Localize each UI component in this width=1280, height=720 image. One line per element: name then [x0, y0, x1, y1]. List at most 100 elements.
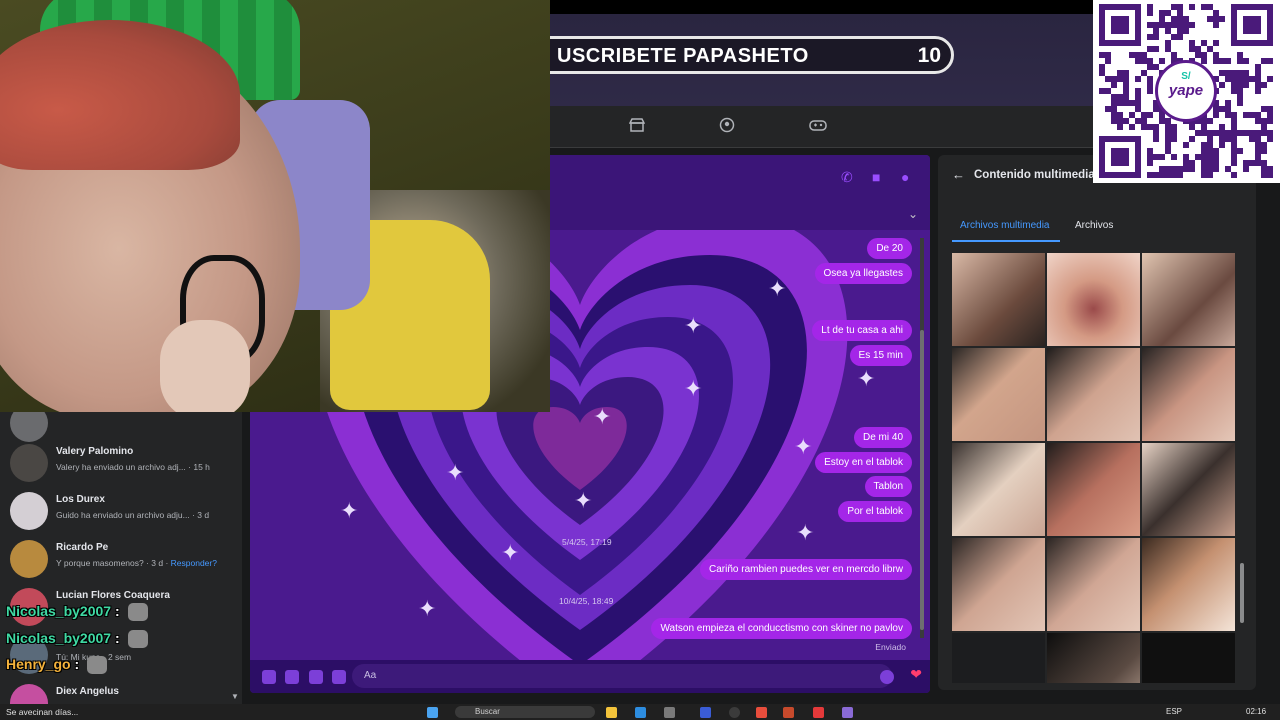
media-thumbnail[interactable]: [1047, 253, 1140, 346]
taskbar-clock[interactable]: 02:16: [1246, 707, 1266, 716]
media-thumbnail[interactable]: [1142, 348, 1235, 441]
chat-list-item[interactable]: Diex Angelus: [0, 682, 242, 704]
qr-module: [1201, 142, 1207, 148]
qr-module: [1267, 106, 1273, 112]
chat-list-item[interactable]: Ricardo Pe Y porque masomenos? · 3 d · R…: [0, 538, 242, 586]
app-icon[interactable]: [783, 707, 794, 718]
plus-icon[interactable]: [262, 670, 276, 684]
sparkle-icon: ✦: [593, 404, 612, 429]
message-bubble[interactable]: Estoy en el tablok: [815, 452, 912, 473]
qr-module: [1225, 70, 1231, 76]
qr-module: [1099, 88, 1105, 94]
obs-icon[interactable]: [729, 707, 740, 718]
taskbar-search[interactable]: Buscar: [455, 706, 595, 718]
phone-icon[interactable]: ✆: [841, 169, 853, 186]
message-bubble[interactable]: Lt de tu casa a ahi: [812, 320, 912, 341]
qr-module: [1255, 142, 1261, 148]
store-icon[interactable]: [628, 117, 646, 135]
media-thumbnail[interactable]: [1047, 538, 1140, 631]
message-bubble[interactable]: Por el tablok: [838, 501, 912, 522]
qr-module: [1159, 154, 1165, 160]
qr-module: [1153, 106, 1159, 112]
message-bubble[interactable]: Tablon: [864, 476, 912, 497]
qr-module: [1231, 88, 1237, 94]
scroll-down-icon[interactable]: ▼: [231, 692, 239, 701]
qr-module: [1189, 166, 1195, 172]
message-bubble[interactable]: Cariño rambien puedes ver en mercdo libr…: [700, 559, 912, 580]
qr-module: [1255, 82, 1261, 88]
gaming-icon[interactable]: [809, 117, 827, 135]
heart-send-icon[interactable]: ❤: [910, 666, 922, 683]
qr-module: [1135, 100, 1141, 106]
qr-module: [1213, 58, 1219, 64]
app-icon[interactable]: [842, 707, 853, 718]
video-icon[interactable]: ■: [872, 169, 880, 185]
brave-icon[interactable]: [756, 707, 767, 718]
taskbar-language[interactable]: ESP: [1166, 707, 1182, 716]
stream-chat-user: Nicolas_by2007: [6, 630, 112, 646]
qr-module: [1219, 130, 1225, 136]
file-explorer-icon[interactable]: [606, 707, 617, 718]
message-bubble[interactable]: Watson empieza el conducctismo con skine…: [651, 618, 912, 639]
media-thumbnail[interactable]: [952, 443, 1045, 536]
app-icon[interactable]: [664, 707, 675, 718]
windows-start-icon[interactable]: [427, 707, 438, 718]
browser-icon[interactable]: [813, 707, 824, 718]
chat-preview: Y porque masomenos? · 3 d · Responder?: [56, 558, 217, 568]
chat-list-item[interactable]: Los Durex Guido ha enviado un archivo ad…: [0, 490, 242, 538]
emoji-icon[interactable]: [880, 670, 894, 684]
sparkle-icon: ✦: [501, 540, 520, 565]
qr-module: [1159, 22, 1165, 28]
cat-emote-icon: [87, 656, 108, 675]
message-input-placeholder: Aa: [364, 670, 377, 681]
qr-module: [1147, 76, 1153, 82]
media-thumbnail[interactable]: [1142, 538, 1235, 631]
media-thumbnail[interactable]: [952, 633, 1045, 683]
media-thumbnail[interactable]: [952, 538, 1045, 631]
media-thumbnail[interactable]: [1142, 633, 1235, 683]
media-scroll-thumb[interactable]: [1240, 563, 1244, 623]
qr-module: [1225, 106, 1231, 112]
qr-module: [1147, 58, 1153, 64]
qr-module: [1117, 118, 1123, 124]
media-thumbnail[interactable]: [1047, 348, 1140, 441]
media-thumbnail[interactable]: [952, 253, 1045, 346]
chat-scroll-thumb[interactable]: [920, 330, 924, 630]
subscribe-banner: USCRIBETE PAPASHETO 10: [520, 36, 954, 74]
groups-icon[interactable]: [718, 117, 736, 135]
message-bubble[interactable]: Osea ya llegastes: [814, 263, 912, 284]
chat-list-item[interactable]: Valery Palomino Valery ha enviado un arc…: [0, 442, 242, 490]
reply-suggestion[interactable]: Responder?: [171, 558, 217, 568]
qr-module: [1267, 58, 1273, 64]
message-bubble[interactable]: De 20: [867, 238, 912, 259]
edge-icon[interactable]: [635, 707, 646, 718]
media-thumbnail[interactable]: [1142, 443, 1235, 536]
qr-module: [1267, 136, 1273, 142]
media-thumbnail[interactable]: [1047, 443, 1140, 536]
media-thumbnail[interactable]: [1047, 633, 1140, 683]
media-thumbnail[interactable]: [1142, 253, 1235, 346]
qr-module: [1153, 64, 1159, 70]
back-arrow-icon[interactable]: ←: [952, 167, 965, 182]
qr-module: [1237, 82, 1243, 88]
image-icon[interactable]: [285, 670, 299, 684]
qr-module: [1249, 136, 1255, 142]
qr-module: [1237, 76, 1243, 82]
chevron-down-icon[interactable]: ⌄: [908, 207, 918, 221]
sticker-icon[interactable]: [309, 670, 323, 684]
gif-icon[interactable]: [332, 670, 346, 684]
qr-module: [1117, 70, 1123, 76]
sparkle-icon: ✦: [340, 498, 359, 523]
tab-files[interactable]: Archivos: [1075, 220, 1113, 231]
message-bubble[interactable]: Es 15 min: [849, 345, 912, 366]
avatar: [10, 540, 48, 578]
discord-icon[interactable]: [700, 707, 711, 718]
taskbar-notification[interactable]: Se avecinan días...: [6, 707, 78, 717]
tab-media-files[interactable]: Archivos multimedia: [960, 220, 1049, 231]
message-input[interactable]: Aa: [352, 664, 892, 688]
message-bubble[interactable]: De mi 40: [853, 427, 912, 448]
media-thumbnail[interactable]: [952, 348, 1045, 441]
qr-module: [1213, 40, 1219, 46]
info-icon[interactable]: ●: [901, 169, 909, 185]
qr-module: [1147, 112, 1153, 118]
